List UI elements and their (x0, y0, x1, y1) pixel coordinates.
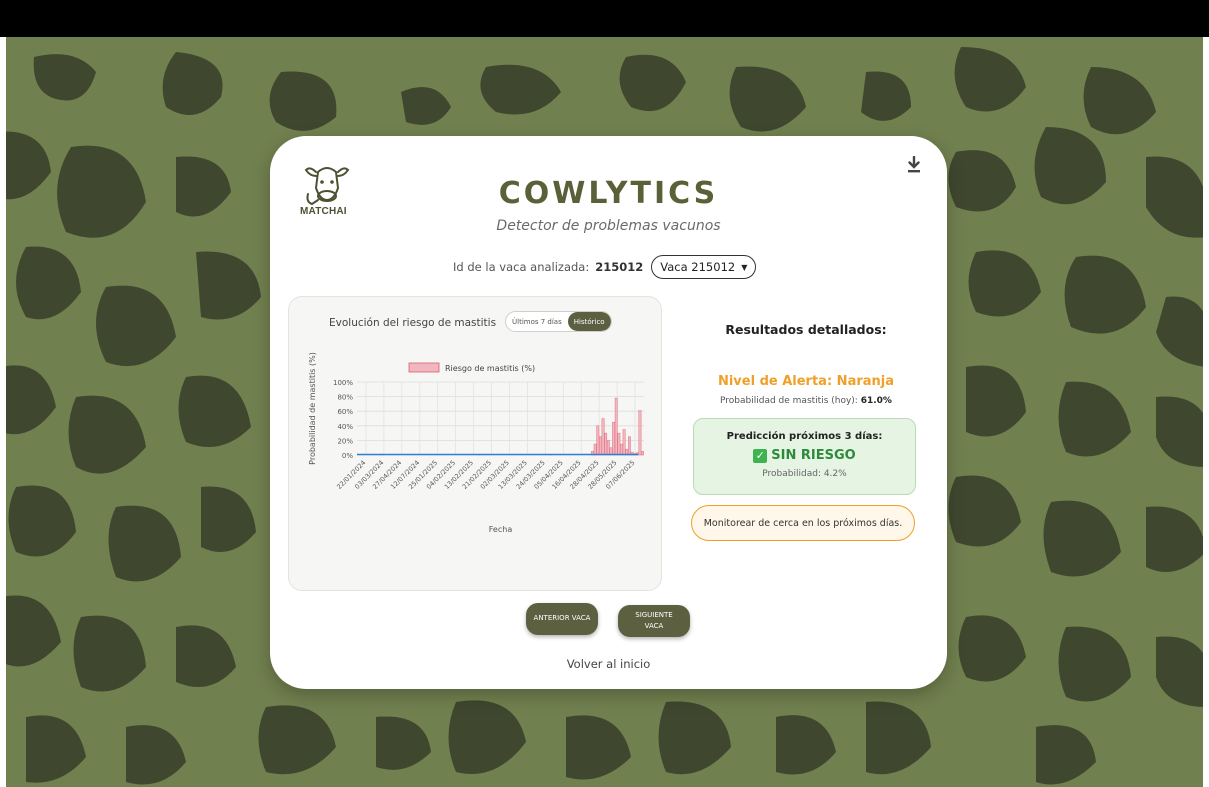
cow-id-value: 215012 (595, 260, 644, 274)
previous-cow-button[interactable]: ANTERIOR VACA (526, 603, 598, 635)
y-tick-label: 80% (337, 394, 353, 402)
risk-bar (620, 443, 623, 456)
probability-today-value: 61.0% (860, 396, 892, 406)
prediction-status-text: SIN RIESGO (771, 448, 856, 463)
download-icon[interactable] (906, 156, 922, 174)
cow-selector-value: Vaca 215012 (660, 260, 736, 274)
period-toggle: Últimos 7 días Histórico (505, 311, 612, 332)
probability-today-label: Probabilidad de mastitis (hoy): (720, 396, 858, 406)
app-title: COWLYTICS (498, 176, 719, 211)
app-subtitle: Detector de problemas vacunos (496, 218, 721, 234)
risk-bar (596, 425, 600, 456)
y-tick-label: 0% (342, 452, 353, 460)
risk-bar (593, 443, 597, 456)
cow-id-label: Id de la vaca analizada: (453, 260, 590, 274)
risk-bar (599, 436, 602, 456)
main-card: MATCHAI COWLYTICS Detector de problemas … (270, 136, 947, 689)
risk-bar (604, 432, 608, 456)
chart-heading: Evolución del riesgo de mastitis (329, 317, 497, 329)
risk-bar (622, 429, 626, 456)
risk-bar (601, 418, 605, 456)
prediction-probability: Probabilidad: 4.2% (762, 469, 847, 479)
risk-bar (606, 440, 610, 456)
toggle-historical[interactable]: Histórico (567, 312, 611, 331)
results-title: Resultados detallados: (725, 322, 887, 337)
chevron-down-icon: ▼ (741, 262, 748, 272)
y-tick-label: 100% (333, 379, 353, 387)
y-tick-label: 60% (337, 408, 353, 416)
risk-bar (641, 451, 644, 456)
prediction-status: ✓ SIN RIESGO (694, 448, 915, 463)
cow-selector[interactable]: Vaca 215012 ▼ (651, 255, 757, 279)
y-tick-label: 20% (337, 437, 353, 445)
recommendation-badge: Monitorear de cerca en los próximos días… (691, 505, 915, 541)
probability-today: Probabilidad de mastitis (hoy): 61.0% (692, 396, 920, 406)
risk-bar (638, 410, 642, 456)
next-cow-button[interactable]: SIGUIENTE VACA (618, 605, 690, 637)
legend-label: Riesgo de mastitis (%) (445, 364, 535, 373)
y-axis-label: Probabilidad de mastitis (%) (308, 352, 317, 465)
next-cow-label: SIGUIENTE VACA (635, 610, 673, 630)
toggle-last-7-days[interactable]: Últimos 7 días (506, 312, 568, 331)
risk-bar (612, 421, 615, 456)
check-icon: ✓ (753, 448, 768, 463)
x-axis-label: Fecha (489, 525, 513, 534)
legend-swatch (408, 362, 440, 373)
chart-panel: Evolución del riesgo de mastitis Últimos… (288, 296, 662, 591)
risk-bar (628, 436, 631, 456)
back-home-link[interactable]: Volver al inicio (270, 657, 947, 671)
top-black-bar (0, 0, 1209, 37)
prediction-title: Predicción próximos 3 días: (726, 431, 883, 442)
risk-bar (617, 432, 621, 456)
alert-level: Nivel de Alerta: Naranja (717, 374, 895, 389)
prediction-box: Predicción próximos 3 días: ✓ SIN RIESGO… (693, 418, 916, 495)
mastitis-risk-chart: 0%20%40%60%80%100%22/01/202403/03/202427… (308, 352, 644, 534)
y-tick-label: 40% (337, 423, 353, 431)
risk-bar (614, 397, 618, 456)
cow-id-row: Id de la vaca analizada: 215012 Vaca 215… (453, 255, 757, 279)
